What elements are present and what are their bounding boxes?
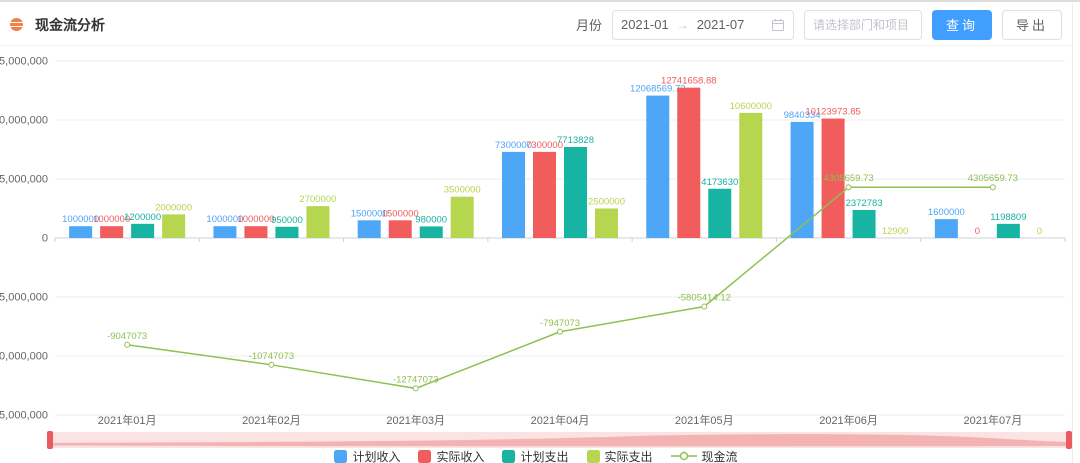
svg-text:1198809: 1198809 [990,212,1026,223]
svg-text:5,000,000: 5,000,000 [0,174,48,186]
export-button[interactable]: 导出 [1002,10,1062,40]
legend-label: 计划收入 [352,448,400,463]
datazoom-left-handle[interactable] [47,431,53,449]
svg-text:2021年06月: 2021年06月 [819,413,878,427]
date-range-picker[interactable]: 2021-01 → 2021-07 [612,10,794,40]
svg-text:2500000: 2500000 [588,197,625,208]
right-gutter [1072,4,1080,463]
svg-text:12900: 12900 [882,226,908,237]
svg-text:2021年02月: 2021年02月 [242,413,301,427]
svg-text:-12747073: -12747073 [393,374,438,385]
svg-text:2000000: 2000000 [155,202,192,213]
chart-legend: 计划收入 实际收入 计划支出 实际支出 现金流 [0,448,1072,463]
datazoom-shadow [50,432,1069,448]
svg-text:7713828: 7713828 [557,135,594,146]
svg-text:-7947073: -7947073 [540,318,580,329]
legend-item[interactable]: 实际支出 [587,448,653,463]
legend-swatch-icon [502,450,515,463]
svg-text:15,000,000: 15,000,000 [0,56,48,68]
legend-swatch-icon [334,450,347,463]
svg-text:0: 0 [1037,226,1042,237]
svg-text:12741658.88: 12741658.88 [661,76,716,87]
date-start-value[interactable]: 2021-01 [621,17,669,32]
svg-text:2021年07月: 2021年07月 [963,413,1022,427]
svg-text:2021年01月: 2021年01月 [98,413,157,427]
svg-text:1500000: 1500000 [382,208,419,219]
svg-text:950000: 950000 [271,215,303,226]
legend-item[interactable]: 计划收入 [334,448,400,463]
svg-text:3500000: 3500000 [444,185,481,196]
svg-text:0: 0 [975,226,980,237]
svg-text:0: 0 [42,233,48,245]
page-title: 现金流分析 [35,15,105,35]
date-range-arrow-icon: → [677,18,689,32]
legend-item[interactable]: 现金流 [671,448,738,463]
svg-text:-15,000,000: -15,000,000 [0,410,48,422]
month-label: 月份 [576,15,602,34]
legend-swatch-icon [418,450,431,463]
header-toolbar: 月份 2021-01 → 2021-07 查询 导出 [576,10,1062,40]
legend-line-marker-icon [671,449,697,463]
svg-text:980000: 980000 [415,214,447,225]
legend-item[interactable]: 计划支出 [502,448,568,463]
svg-text:1600000: 1600000 [928,207,965,218]
legend-label: 现金流 [702,448,738,463]
svg-text:10123973.85: 10123973.85 [805,107,860,118]
legend-item[interactable]: 实际收入 [418,448,484,463]
svg-text:-5805414.12: -5805414.12 [678,293,731,304]
svg-text:1200000: 1200000 [124,212,161,223]
svg-text:-10,000,000: -10,000,000 [0,351,48,363]
svg-text:10,000,000: 10,000,000 [0,115,48,127]
svg-text:4305659.73: 4305659.73 [823,173,873,184]
query-button[interactable]: 查询 [932,10,992,40]
legend-label: 计划支出 [520,448,568,463]
calendar-icon [771,18,785,32]
svg-text:4173630: 4173630 [701,177,738,188]
svg-text:2021年03月: 2021年03月 [386,413,445,427]
svg-text:-5,000,000: -5,000,000 [0,292,48,304]
svg-text:2021年04月: 2021年04月 [531,413,590,427]
svg-text:10600000: 10600000 [730,101,772,112]
date-end-value[interactable]: 2021-07 [697,17,745,32]
app-icon [10,18,23,31]
svg-text:2372783: 2372783 [846,198,883,209]
svg-text:1000000: 1000000 [237,214,274,225]
svg-text:2021年05月: 2021年05月 [675,413,734,427]
legend-label: 实际收入 [436,448,484,463]
legend-label: 实际支出 [605,448,653,463]
svg-text:-9047073: -9047073 [107,331,147,342]
svg-text:-10747073: -10747073 [249,351,294,362]
cashflow-chart: 15,000,000 10,000,000 5,000,000 0 -5,000,000… [0,46,1080,432]
legend-swatch-icon [587,450,600,463]
svg-text:4305659.73: 4305659.73 [968,173,1018,184]
svg-text:2700000: 2700000 [299,194,336,205]
datazoom-slider[interactable] [50,432,1069,448]
department-project-input[interactable] [804,10,922,40]
page-header: 现金流分析 月份 2021-01 → 2021-07 查询 导出 [0,4,1072,46]
